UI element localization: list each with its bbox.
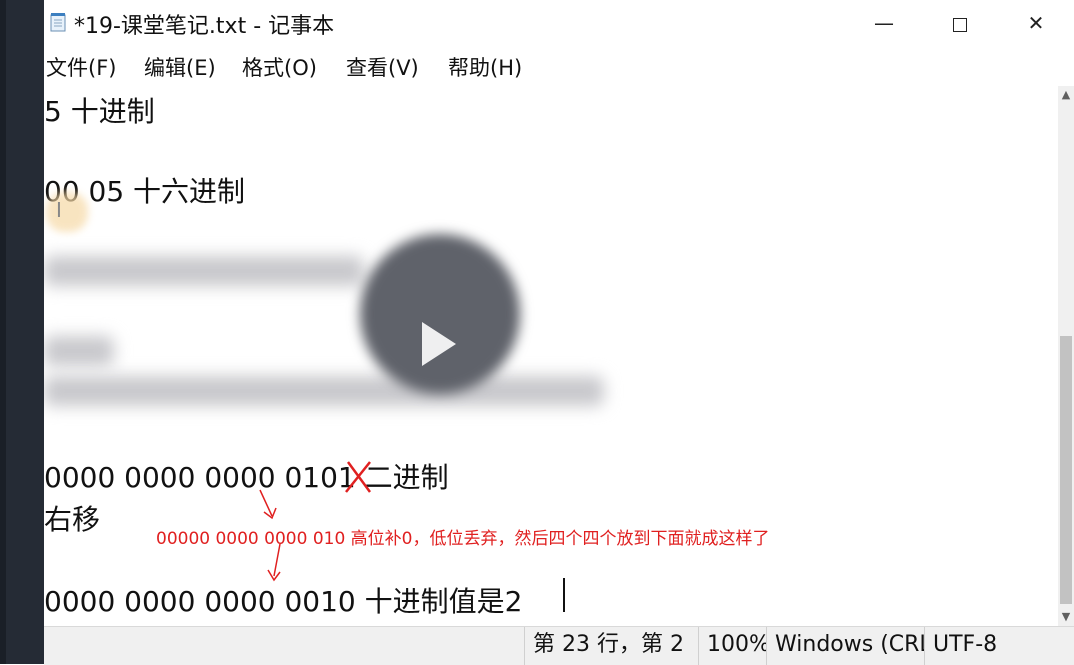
status-cursor-position: 第 23 行，第 2 — [524, 627, 698, 665]
window-title: *19-课堂笔记.txt - 记事本 — [74, 14, 335, 39]
text-editor[interactable]: 5 十进制 00 05 十六进制 I 0000 0000 0000 0101 二… — [44, 86, 1058, 626]
status-zoom: 100% — [698, 627, 766, 665]
chevron-down-icon[interactable]: ▼ — [1058, 608, 1074, 626]
menu-edit[interactable]: 编辑(E) — [144, 52, 216, 82]
status-line-ending: Windows (CRLF) — [766, 627, 924, 665]
maximize-button[interactable] — [922, 0, 998, 46]
minimize-button[interactable]: — — [846, 0, 922, 46]
menu-help[interactable]: 帮助(H) — [448, 52, 522, 82]
vertical-scrollbar[interactable]: ▲ ▼ — [1058, 86, 1074, 626]
close-button[interactable]: ✕ — [998, 0, 1074, 46]
arrow-mark — [273, 543, 281, 577]
menu-format[interactable]: 格式(O) — [242, 52, 317, 82]
status-bar: 第 23 行，第 2 100% Windows (CRLF) UTF-8 — [44, 626, 1074, 665]
menu-view[interactable]: 查看(V) — [346, 52, 419, 82]
chevron-up-icon[interactable]: ▲ — [1058, 86, 1074, 104]
scroll-thumb[interactable] — [1060, 336, 1072, 604]
maximize-icon — [953, 17, 967, 32]
desktop-strip-edge — [0, 0, 6, 664]
desktop-strip — [0, 0, 44, 664]
menu-file[interactable]: 文件(F) — [46, 52, 116, 82]
arrow-mark — [259, 489, 273, 517]
title-bar[interactable]: *19-课堂笔记.txt - 记事本 — ✕ — [44, 0, 1074, 46]
menu-bar: 文件(F) 编辑(E) 格式(O) 查看(V) 帮助(H) — [44, 46, 1074, 86]
status-encoding: UTF-8 — [924, 627, 1074, 665]
notepad-icon — [50, 13, 66, 32]
annotation-marks — [259, 461, 372, 582]
